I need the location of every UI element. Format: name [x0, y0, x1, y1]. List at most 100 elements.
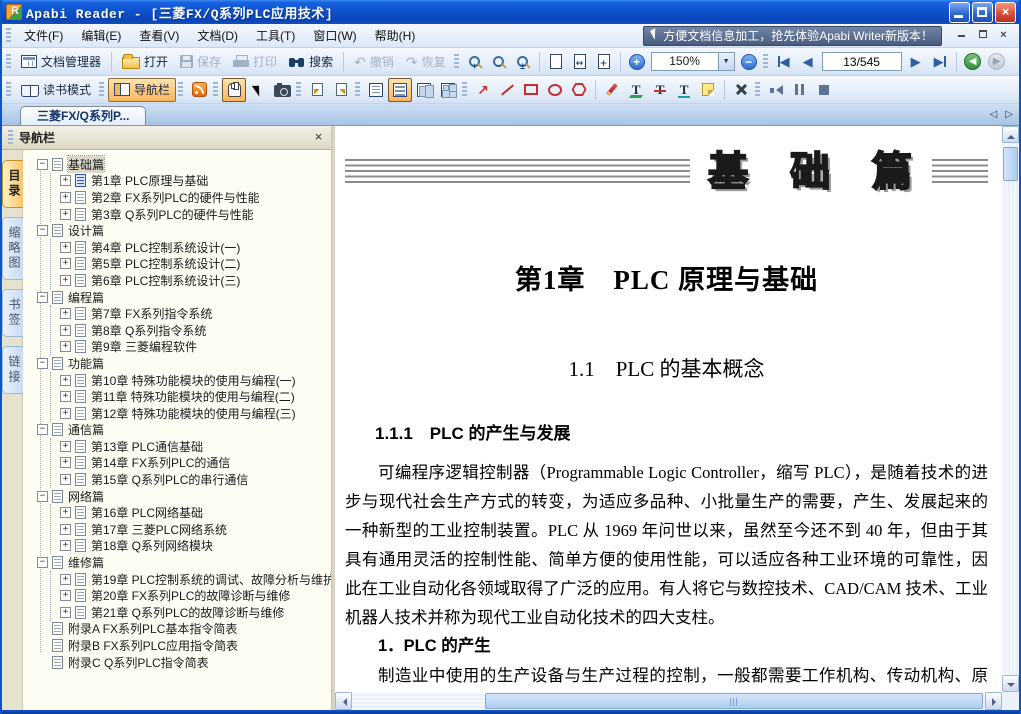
- tab-thumbnails[interactable]: 缩略图: [2, 217, 23, 280]
- expand-icon[interactable]: +: [60, 524, 71, 535]
- collapse-icon[interactable]: −: [37, 491, 48, 502]
- oval-annotation-button[interactable]: [543, 78, 567, 102]
- rotate-right-button[interactable]: [329, 78, 353, 102]
- toolbar-grip[interactable]: [6, 54, 11, 70]
- menu-window[interactable]: 窗口(W): [304, 24, 365, 47]
- expand-icon[interactable]: +: [60, 242, 71, 253]
- tree-chapter-3[interactable]: +第3章 Q系列PLC的硬件与性能: [51, 206, 331, 223]
- tree-chapter-6[interactable]: +第6章 PLC控制系统设计(三): [51, 272, 331, 289]
- tree-section-network[interactable]: − 网络篇: [29, 488, 331, 505]
- tree-section-design[interactable]: − 设计篇: [29, 222, 331, 239]
- expand-icon[interactable]: +: [60, 441, 71, 452]
- toolbar-grip[interactable]: [462, 82, 467, 98]
- tree-section-maintenance[interactable]: − 维修篇: [29, 554, 331, 571]
- expand-icon[interactable]: +: [60, 258, 71, 269]
- tree-chapter-8[interactable]: +第8章 Q系列指令系统: [51, 322, 331, 339]
- first-page-button[interactable]: ◀: [772, 50, 796, 74]
- vertical-scroll-thumb[interactable]: [1003, 147, 1018, 181]
- toolbar-grip[interactable]: [213, 82, 218, 98]
- tab-bookmarks[interactable]: 书签: [2, 289, 23, 337]
- expand-icon[interactable]: +: [60, 507, 71, 518]
- rotate-left-button[interactable]: [305, 78, 329, 102]
- tree-appendix-c[interactable]: 附录C Q系列PLC指令简表: [29, 654, 331, 671]
- expand-icon[interactable]: +: [60, 474, 71, 485]
- rectangle-annotation-button[interactable]: [519, 78, 543, 102]
- undo-button[interactable]: ↶ 撤销: [348, 50, 400, 74]
- horizontal-scrollbar[interactable]: [335, 692, 1002, 710]
- tree-section-function[interactable]: − 功能篇: [29, 355, 331, 372]
- tree-chapter-7[interactable]: +第7章 FX系列指令系统: [51, 305, 331, 322]
- continuous-facing-layout-button[interactable]: [436, 78, 460, 102]
- rss-button[interactable]: [187, 78, 211, 102]
- collapse-icon[interactable]: −: [37, 424, 48, 435]
- single-page-layout-button[interactable]: [364, 78, 388, 102]
- select-tool-button[interactable]: [246, 78, 270, 102]
- fit-visible-button[interactable]: +: [592, 50, 616, 74]
- mdi-restore-button[interactable]: [975, 29, 990, 43]
- zoom-out-button[interactable]: −: [487, 50, 511, 74]
- expand-icon[interactable]: +: [60, 590, 71, 601]
- tree-chapter-4[interactable]: +第4章 PLC控制系统设计(一): [51, 239, 331, 256]
- dropdown-arrow-icon[interactable]: ▼: [718, 53, 734, 70]
- expand-icon[interactable]: +: [60, 192, 71, 203]
- toolbar-grip[interactable]: [296, 82, 301, 98]
- menu-document[interactable]: 文档(D): [188, 24, 247, 47]
- arrow-annotation-button[interactable]: ↗: [471, 78, 495, 102]
- tree-chapter-17[interactable]: +第17章 三菱PLC网络系统: [51, 521, 331, 538]
- expand-icon[interactable]: +: [60, 325, 71, 336]
- pencil-annotation-button[interactable]: [600, 78, 624, 102]
- underline-text-button[interactable]: T: [672, 78, 696, 102]
- expand-icon[interactable]: +: [60, 457, 71, 468]
- expand-icon[interactable]: +: [60, 375, 71, 386]
- zoom-in-button[interactable]: +: [463, 50, 487, 74]
- read-aloud-button[interactable]: [764, 78, 788, 102]
- read-mode-button[interactable]: 读书模式: [15, 78, 97, 102]
- document-tab[interactable]: 三菱FX/Q系列P...: [20, 106, 146, 125]
- sidebar-grip[interactable]: [8, 130, 13, 146]
- stop-reading-button[interactable]: [812, 78, 836, 102]
- redo-button[interactable]: ↷ 恢复: [400, 50, 452, 74]
- close-button[interactable]: ×: [995, 2, 1016, 23]
- dynamic-zoom-button[interactable]: ±: [511, 50, 535, 74]
- tab-scroll-left-button[interactable]: ◁: [990, 109, 998, 120]
- go-back-button[interactable]: ◀: [961, 50, 985, 74]
- expand-icon[interactable]: +: [60, 175, 71, 186]
- last-page-button[interactable]: ▶: [928, 50, 952, 74]
- page-number-input[interactable]: [822, 52, 902, 71]
- horizontal-scroll-thumb[interactable]: [485, 693, 983, 709]
- zoom-level-combobox[interactable]: 150% ▼: [651, 52, 735, 71]
- expand-icon[interactable]: +: [60, 209, 71, 220]
- print-button[interactable]: 打印: [227, 50, 283, 74]
- expand-icon[interactable]: +: [60, 275, 71, 286]
- expand-icon[interactable]: +: [60, 391, 71, 402]
- expand-icon[interactable]: +: [60, 408, 71, 419]
- toolbar-grip[interactable]: [99, 82, 104, 98]
- save-button[interactable]: 保存: [174, 50, 227, 74]
- polygon-annotation-button[interactable]: [567, 78, 591, 102]
- toolbar-grip[interactable]: [454, 54, 459, 70]
- tree-chapter-11[interactable]: +第11章 特殊功能模块的使用与编程(二): [51, 388, 331, 405]
- tree-section-basics[interactable]: − 基础篇: [29, 156, 331, 173]
- collapse-icon[interactable]: −: [37, 358, 48, 369]
- pause-reading-button[interactable]: [788, 78, 812, 102]
- menu-edit[interactable]: 编辑(E): [72, 24, 130, 47]
- tree-appendix-a[interactable]: 附录A FX系列PLC基本指令简表: [29, 621, 331, 638]
- collapse-icon[interactable]: −: [37, 225, 48, 236]
- tree-chapter-16[interactable]: +第16章 PLC网络基础: [51, 504, 331, 521]
- tree-chapter-1[interactable]: +第1章 PLC原理与基础: [51, 173, 331, 190]
- toolbar-grip[interactable]: [755, 82, 760, 98]
- toolbar-grip[interactable]: [178, 82, 183, 98]
- sidebar-close-button[interactable]: ×: [310, 130, 327, 146]
- facing-layout-button[interactable]: [412, 78, 436, 102]
- zoom-decrease-button[interactable]: −: [737, 50, 761, 74]
- vertical-scrollbar[interactable]: [1002, 126, 1019, 692]
- tree-chapter-21[interactable]: +第21章 Q系列PLC的故障诊断与维修: [51, 604, 331, 621]
- tree-chapter-5[interactable]: +第5章 PLC控制系统设计(二): [51, 256, 331, 273]
- next-page-button[interactable]: ▶: [904, 50, 928, 74]
- expand-icon[interactable]: +: [60, 341, 71, 352]
- open-button[interactable]: 打开: [116, 50, 174, 74]
- annotation-tools-button[interactable]: [729, 78, 753, 102]
- nav-panel-toggle-button[interactable]: 导航栏: [108, 78, 176, 102]
- collapse-icon[interactable]: −: [37, 557, 48, 568]
- strikeout-text-button[interactable]: T: [648, 78, 672, 102]
